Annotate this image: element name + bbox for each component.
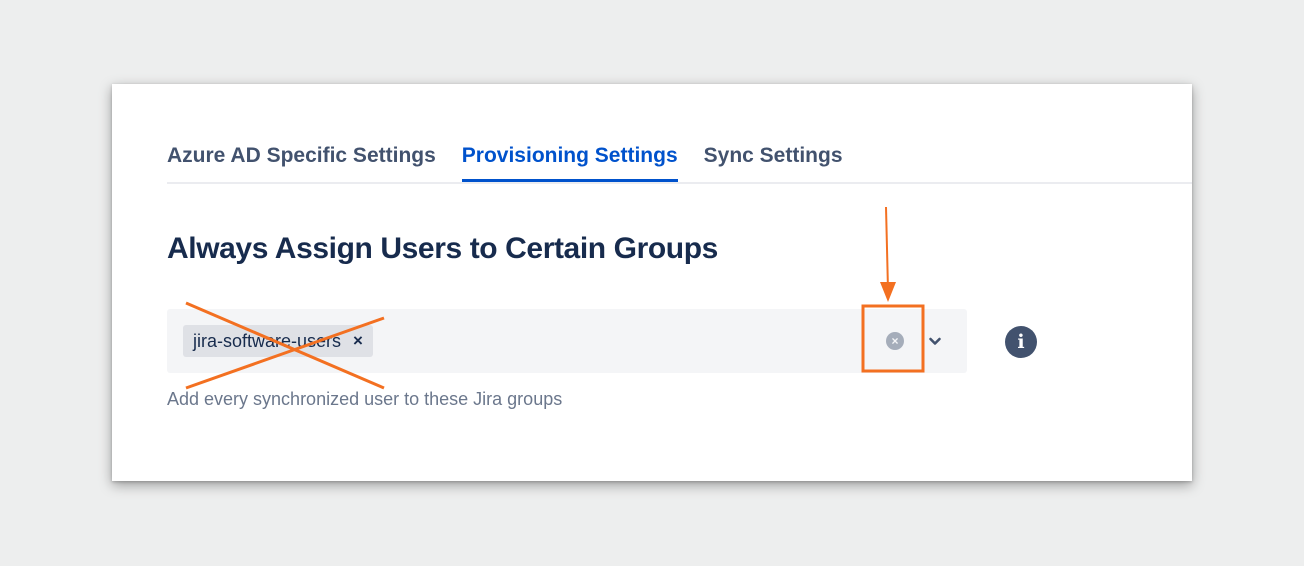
helper-text: Add every synchronized user to these Jir… bbox=[167, 389, 563, 409]
section-title: Always Assign Users to Certain Groups bbox=[167, 232, 718, 265]
group-multi-select[interactable]: jira-software-users × × bbox=[167, 309, 967, 373]
chip-remove-icon[interactable]: × bbox=[353, 331, 363, 351]
group-chip-jira-software-users: jira-software-users × bbox=[183, 325, 373, 357]
tab-azure-ad-specific-settings[interactable]: Azure AD Specific Settings bbox=[167, 136, 436, 180]
info-icon[interactable]: i bbox=[1005, 326, 1037, 358]
settings-card: Azure AD Specific Settings Provisioning … bbox=[112, 84, 1192, 481]
tab-sync-settings[interactable]: Sync Settings bbox=[704, 136, 843, 180]
tab-provisioning-settings[interactable]: Provisioning Settings bbox=[461, 136, 678, 182]
group-chip-label: jira-software-users bbox=[193, 330, 342, 351]
settings-tabs: Azure AD Specific Settings Provisioning … bbox=[167, 136, 1192, 184]
chevron-down-icon[interactable] bbox=[927, 333, 943, 349]
clear-selection-icon[interactable]: × bbox=[886, 332, 904, 350]
